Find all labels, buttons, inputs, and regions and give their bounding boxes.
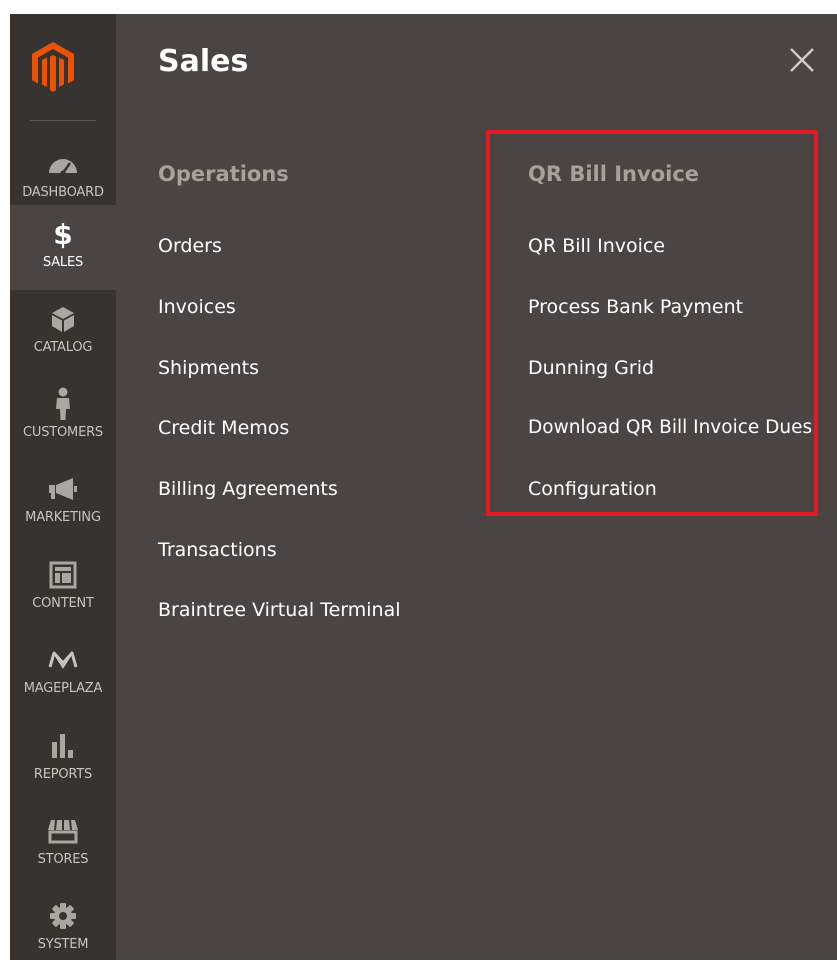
nav-label: CATALOG <box>33 340 93 355</box>
mageplaza-icon <box>10 645 116 675</box>
menu-link-orders[interactable]: Orders <box>158 235 222 257</box>
menu-link-braintree-virtual-terminal[interactable]: Braintree Virtual Terminal <box>158 599 401 621</box>
nav-item-mageplaza[interactable]: MAGEPLAZA <box>10 631 116 716</box>
nav-item-catalog[interactable]: CATALOG <box>10 290 116 375</box>
nav-label: CUSTOMERS <box>23 425 103 440</box>
nav-item-content[interactable]: CONTENT <box>10 546 116 631</box>
menu-link-download-qr-bill-invoice-dues[interactable]: Download QR Bill Invoice Dues <box>528 417 812 438</box>
nav-item-system[interactable]: SYSTEM <box>10 887 116 972</box>
logo-divider <box>30 120 96 121</box>
nav-item-sales[interactable]: $ SALES <box>10 205 116 290</box>
menu-link-process-bank-payment[interactable]: Process Bank Payment <box>528 296 743 318</box>
nav-label: MARKETING <box>25 510 101 525</box>
megaphone-icon <box>10 474 116 504</box>
highlight-box <box>486 130 818 516</box>
nav-item-reports[interactable]: REPORTS <box>10 717 116 802</box>
sales-menu-panel: Sales Operations Orders Invoices Shipmen… <box>116 14 837 960</box>
admin-app: DASHBOARD $ SALES CATALOG CUSTOMERS MARK… <box>10 14 837 960</box>
menu-link-transactions[interactable]: Transactions <box>158 539 277 561</box>
menu-link-invoices[interactable]: Invoices <box>158 296 236 318</box>
nav-label: CONTENT <box>32 596 94 611</box>
nav-item-marketing[interactable]: MARKETING <box>10 460 116 545</box>
nav-label: REPORTS <box>33 767 93 782</box>
group-title-qr-bill-invoice: QR Bill Invoice <box>528 162 700 186</box>
nav-item-stores[interactable]: STORES <box>10 802 116 887</box>
nav-label: SYSTEM <box>37 937 89 952</box>
nav-label: DASHBOARD <box>22 185 104 200</box>
admin-sidebar: DASHBOARD $ SALES CATALOG CUSTOMERS MARK… <box>10 14 116 960</box>
menu-link-configuration[interactable]: Configuration <box>528 478 657 500</box>
magento-logo[interactable] <box>30 40 76 94</box>
nav-label: SALES <box>42 255 84 270</box>
menu-link-qr-bill-invoice[interactable]: QR Bill Invoice <box>528 235 665 257</box>
bar-chart-icon <box>10 731 116 761</box>
nav-label: STORES <box>37 852 89 867</box>
panel-title: Sales <box>158 44 249 79</box>
dollar-icon: $ <box>53 217 73 251</box>
box-icon <box>10 304 116 334</box>
menu-link-dunning-grid[interactable]: Dunning Grid <box>528 357 654 379</box>
group-title-operations: Operations <box>158 162 289 186</box>
speedometer-icon <box>10 149 116 179</box>
menu-link-credit-memos[interactable]: Credit Memos <box>158 417 289 439</box>
close-icon[interactable] <box>788 46 816 74</box>
menu-link-shipments[interactable]: Shipments <box>158 357 259 379</box>
nav-item-customers[interactable]: CUSTOMERS <box>10 375 116 460</box>
gear-icon <box>10 901 116 931</box>
storefront-icon <box>10 816 116 846</box>
menu-link-billing-agreements[interactable]: Billing Agreements <box>158 478 338 500</box>
layout-icon <box>10 560 116 590</box>
person-icon <box>10 387 116 420</box>
nav-label: MAGEPLAZA <box>23 681 103 696</box>
